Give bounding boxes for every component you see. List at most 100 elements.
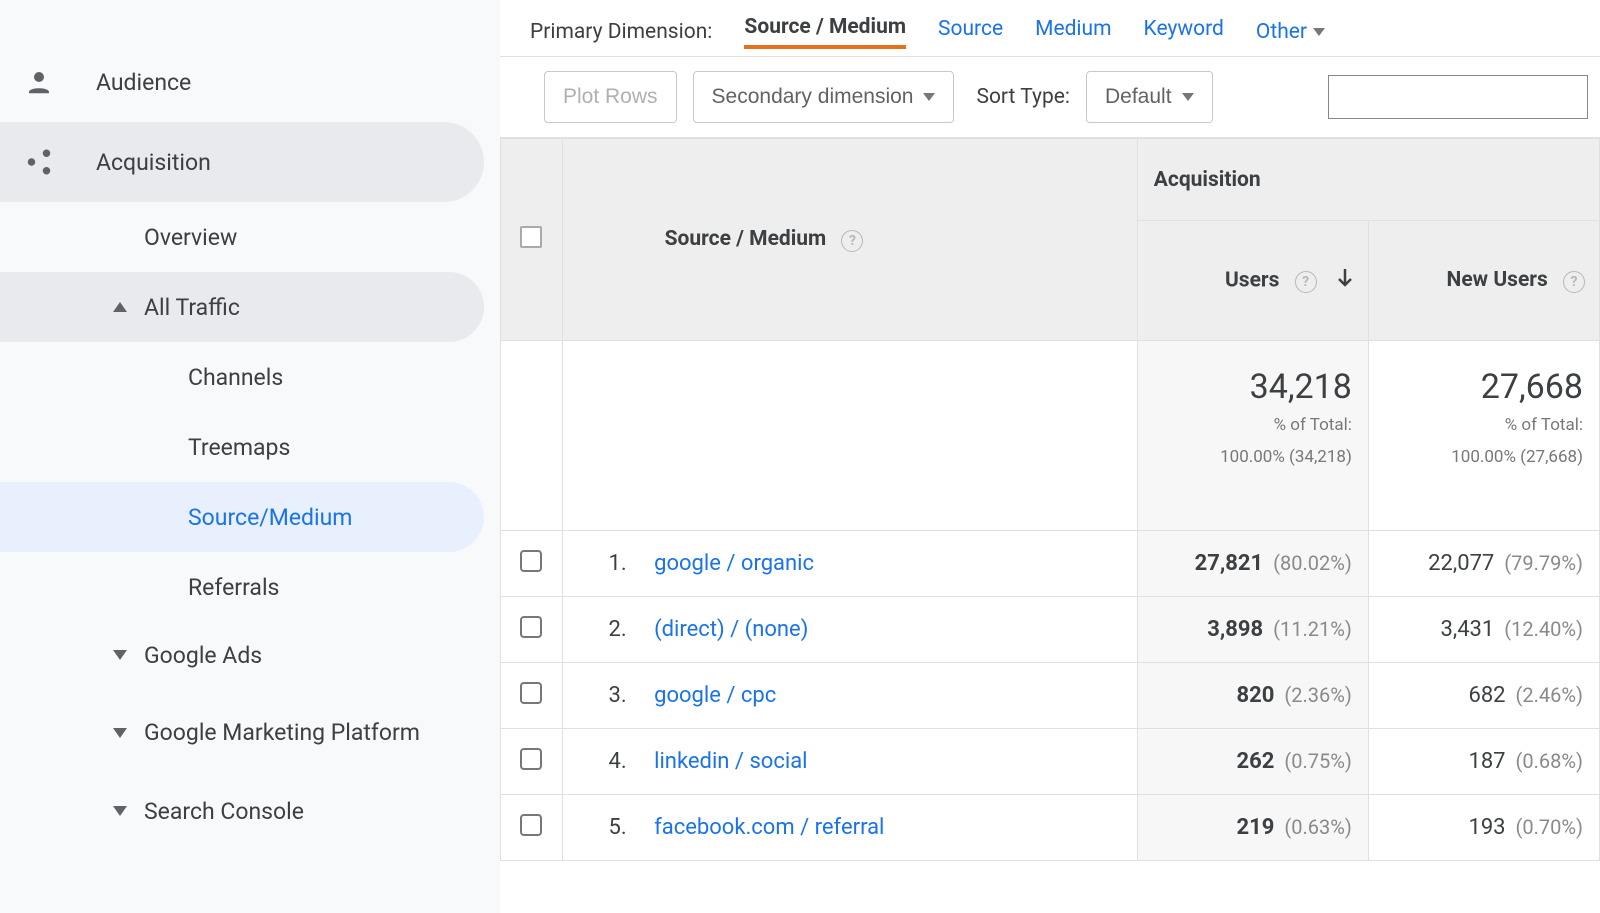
users-pct: (2.36%): [1284, 683, 1351, 707]
dim-tab-source-medium[interactable]: Source / Medium: [744, 15, 906, 49]
caret-up-icon: [96, 302, 144, 312]
help-icon[interactable]: ?: [1295, 271, 1317, 293]
subsub-treemaps[interactable]: Treemaps: [0, 412, 484, 482]
caret-down-icon: [96, 650, 144, 660]
caret-down-icon: [96, 728, 144, 738]
plot-rows-label: Plot Rows: [563, 85, 658, 109]
new-users-pct: (79.79%): [1504, 551, 1583, 575]
subsub-source-medium[interactable]: Source/Medium: [0, 482, 484, 552]
row-index: 1.: [589, 551, 627, 576]
row-checkbox[interactable]: [520, 814, 542, 836]
dim-tab-other[interactable]: Other: [1256, 20, 1325, 44]
sort-type-label: Sort Type:: [970, 85, 1070, 109]
sub-google-ads[interactable]: Google Ads: [0, 622, 484, 688]
total-users-sub2: 100.00% (34,218): [1148, 445, 1352, 471]
new-users-pct: (12.40%): [1504, 617, 1583, 641]
sub-search-console[interactable]: Search Console: [0, 778, 484, 844]
help-icon[interactable]: ?: [1563, 271, 1585, 293]
dim-tab-medium[interactable]: Medium: [1035, 17, 1111, 47]
table-row: 5. facebook.com / referral 219(0.63%) 19…: [501, 795, 1600, 861]
subsub-source-medium-label: Source/Medium: [188, 504, 352, 531]
table-row: 4. linkedin / social 262 (0.75%) 187 (0.68…: [501, 729, 1600, 795]
users-value: 27,821: [1195, 551, 1264, 576]
plot-rows-button[interactable]: Plot Rows: [544, 71, 677, 123]
acquisition-section-header: Acquisition: [1137, 139, 1599, 221]
total-users: 34,218: [1148, 367, 1352, 407]
source-medium-link[interactable]: facebook.com / referral: [654, 815, 884, 840]
table-toolbar: Plot Rows Secondary dimension Sort Type:…: [500, 56, 1600, 138]
nav-acquisition-label: Acquisition: [96, 149, 211, 176]
users-value: 262: [1237, 749, 1275, 774]
users-pct: (0.75%): [1284, 749, 1351, 773]
row-checkbox[interactable]: [520, 550, 542, 572]
secondary-dimension-button[interactable]: Secondary dimension: [693, 71, 955, 123]
dim-tab-source[interactable]: Source: [938, 17, 1003, 47]
row-checkbox[interactable]: [520, 682, 542, 704]
sub-all-traffic[interactable]: All Traffic: [0, 272, 484, 342]
row-checkbox[interactable]: [520, 616, 542, 638]
total-new-users: 27,668: [1379, 367, 1583, 407]
users-pct: (80.02%): [1273, 551, 1352, 575]
col-new-users-header[interactable]: New Users ?: [1368, 221, 1599, 341]
caret-down-icon: [96, 806, 144, 816]
new-users-value: 3,431: [1441, 617, 1495, 642]
acquisition-icon: [24, 147, 96, 177]
chevron-down-icon: [1182, 93, 1194, 101]
row-index: 3.: [589, 683, 627, 708]
chevron-down-icon: [1313, 28, 1325, 36]
row-index: 5.: [589, 815, 627, 840]
nav-acquisition[interactable]: Acquisition: [0, 122, 484, 202]
col-users-header[interactable]: Users ?: [1137, 221, 1368, 341]
nav-audience[interactable]: Audience: [0, 42, 484, 122]
new-users-value: 682: [1468, 683, 1505, 708]
total-users-sub1: % of Total:: [1148, 413, 1352, 439]
sub-gmp[interactable]: Google Marketing Platform: [0, 688, 484, 778]
new-users-pct: (2.46%): [1516, 683, 1583, 707]
col-new-users-label: New Users: [1447, 268, 1548, 292]
dim-tab-other-label: Other: [1256, 20, 1307, 44]
acq-section-label: Acquisition: [1154, 168, 1261, 192]
dimension-header-label: Source / Medium: [665, 227, 827, 251]
sidebar: Audience Acquisition Overview All Traffi…: [0, 0, 500, 913]
data-table-wrap: Source / Medium ? Acquisition Users ?: [500, 138, 1600, 913]
users-value: 820: [1237, 683, 1275, 708]
secondary-dimension-label: Secondary dimension: [712, 85, 914, 109]
source-medium-link[interactable]: (direct) / (none): [654, 617, 808, 642]
primary-dimension-row: Primary Dimension: Source / Medium Sourc…: [500, 0, 1600, 56]
new-users-pct: (0.68%): [1516, 749, 1583, 773]
help-icon[interactable]: ?: [841, 230, 863, 252]
sub-google-ads-label: Google Ads: [144, 642, 262, 669]
sort-desc-icon: [1336, 267, 1354, 295]
source-medium-link[interactable]: linkedin / social: [654, 749, 807, 774]
total-new-users-sub2: 100.00% (27,668): [1379, 445, 1583, 471]
sub-gmp-label: Google Marketing Platform: [144, 718, 420, 748]
sub-search-console-label: Search Console: [144, 798, 304, 825]
new-users-value: 187: [1468, 749, 1505, 774]
table-row: 2. (direct) / (none) 3,898 (11.21%) 3,431…: [501, 597, 1600, 663]
table-row: 1. google / organic 27,821 (80.02%) 22,07…: [501, 531, 1600, 597]
data-table: Source / Medium ? Acquisition Users ?: [500, 138, 1600, 861]
table-search-input[interactable]: [1328, 75, 1588, 119]
row-index: 2.: [589, 617, 627, 642]
subsub-channels[interactable]: Channels: [0, 342, 484, 412]
dim-tab-keyword[interactable]: Keyword: [1144, 17, 1224, 47]
select-all-checkbox[interactable]: [520, 226, 542, 248]
sub-overview[interactable]: Overview: [0, 202, 484, 272]
table-row: 3. google / cpc 820 (2.36%) 682 (2.46%): [501, 663, 1600, 729]
new-users-value: 193: [1468, 815, 1505, 840]
users-pct: (11.21%): [1273, 617, 1352, 641]
new-users-pct: (0.70%): [1516, 815, 1583, 839]
sub-overview-label: Overview: [144, 224, 237, 251]
source-medium-link[interactable]: google / organic: [654, 551, 814, 576]
sort-type-button[interactable]: Default: [1086, 71, 1213, 123]
primary-dimension-label: Primary Dimension:: [530, 20, 712, 44]
row-index: 4.: [589, 749, 627, 774]
dimension-header[interactable]: Source / Medium ?: [562, 139, 1137, 341]
new-users-value: 22,077: [1428, 551, 1494, 576]
acquisition-sublist: Overview All Traffic Channels Treemaps S…: [0, 202, 500, 844]
row-checkbox[interactable]: [520, 748, 542, 770]
source-medium-link[interactable]: google / cpc: [654, 683, 776, 708]
users-value: 3,898: [1207, 617, 1263, 642]
subsub-referrals[interactable]: Referrals: [0, 552, 484, 622]
main: Primary Dimension: Source / Medium Sourc…: [500, 0, 1600, 913]
